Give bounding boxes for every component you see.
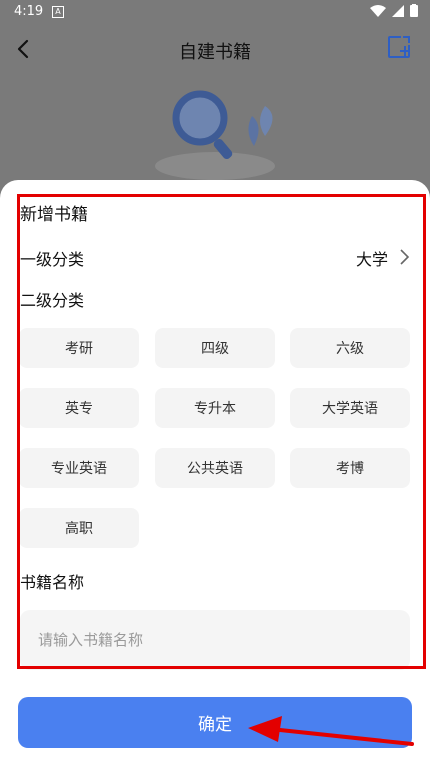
- system-icons: [370, 4, 418, 17]
- level2-category-label: 二级分类: [20, 291, 85, 310]
- signal-icon: [392, 4, 404, 17]
- chip-phd[interactable]: 考博: [290, 448, 410, 488]
- page-title: 自建书籍: [179, 42, 251, 63]
- chip-upgrade[interactable]: 专升本: [155, 388, 275, 428]
- battery-icon: [410, 4, 418, 17]
- annotation-arrow-icon: [248, 716, 414, 746]
- status-time: 4:19: [14, 4, 44, 19]
- chip-english-major[interactable]: 英专: [19, 388, 139, 428]
- chip-cet6[interactable]: 六级: [290, 328, 410, 368]
- top-bar: 自建书籍: [0, 24, 430, 74]
- level1-category-value: 大学: [355, 250, 388, 269]
- notification-icon: A: [52, 6, 64, 18]
- level1-category-label: 一级分类: [20, 250, 85, 269]
- sheet-heading: 新增书籍: [20, 205, 88, 225]
- chip-public-english[interactable]: 公共英语: [155, 448, 275, 488]
- chip-kaoyan[interactable]: 考研: [19, 328, 139, 368]
- chevron-right-icon: [400, 249, 410, 265]
- wifi-icon: [370, 4, 386, 17]
- book-name-input[interactable]: [20, 610, 410, 670]
- book-name-label: 书籍名称: [20, 573, 85, 592]
- level1-category-row[interactable]: 一级分类 大学: [20, 244, 412, 270]
- new-book-icon[interactable]: [386, 34, 412, 60]
- chip-vocational[interactable]: 高职: [19, 508, 139, 548]
- status-bar: 4:19 A: [0, 0, 430, 24]
- search-illustration-icon: [155, 90, 275, 180]
- chip-professional-english[interactable]: 专业英语: [19, 448, 139, 488]
- chip-cet4[interactable]: 四级: [155, 328, 275, 368]
- chip-college-english[interactable]: 大学英语: [290, 388, 410, 428]
